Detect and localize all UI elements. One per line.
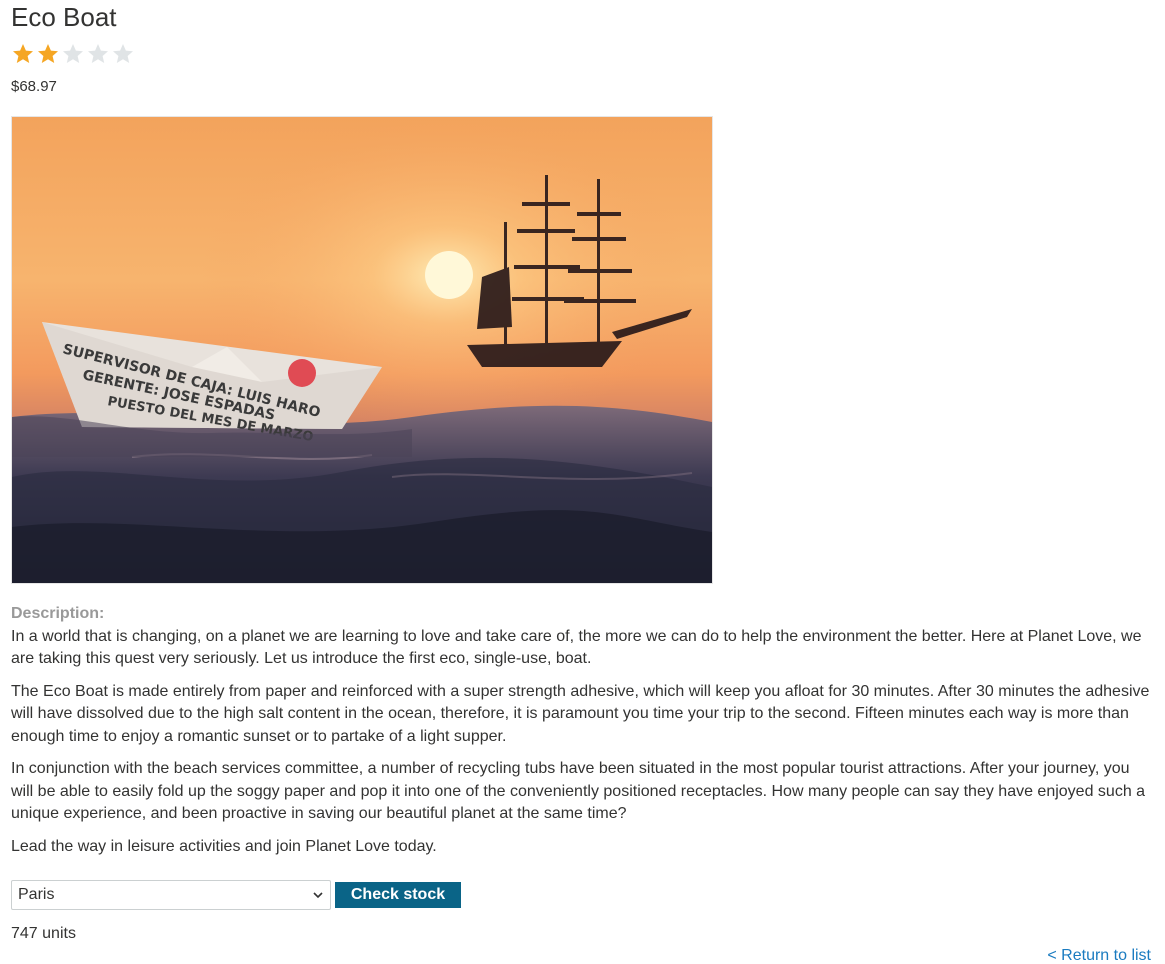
description-paragraph: The Eco Boat is made entirely from paper…	[11, 682, 1150, 745]
star-icon	[86, 42, 110, 66]
star-rating	[11, 42, 135, 66]
description-paragraph: Lead the way in leisure activities and j…	[11, 837, 437, 855]
star-icon	[36, 42, 60, 66]
description-label: Description:	[11, 605, 105, 622]
chevron-down-icon	[312, 889, 324, 901]
return-to-list-link[interactable]: < Return to list	[1047, 947, 1151, 964]
description-paragraph: In conjunction with the beach services c…	[11, 760, 1146, 822]
product-page: Eco Boat $68.97 SUPERVISOR DE CAJA: LUIS…	[0, 0, 1165, 964]
product-description: Description: In a world that is changing…	[11, 603, 1156, 868]
check-stock-button[interactable]: Check stock	[335, 882, 461, 908]
product-image: SUPERVISOR DE CAJA: LUIS HARO GERENTE: J…	[11, 116, 713, 584]
star-icon	[111, 42, 135, 66]
product-photo: SUPERVISOR DE CAJA: LUIS HARO GERENTE: J…	[12, 117, 712, 583]
product-price: $68.97	[11, 78, 57, 95]
description-paragraph: In a world that is changing, on a planet…	[11, 627, 1142, 668]
stock-check-form: Paris Check stock	[11, 880, 461, 910]
star-icon	[11, 42, 35, 66]
stock-result: 747 units	[11, 925, 76, 942]
store-select[interactable]: Paris	[11, 880, 331, 910]
product-title: Eco Boat	[11, 2, 117, 32]
star-icon	[61, 42, 85, 66]
store-select-value: Paris	[18, 886, 55, 903]
